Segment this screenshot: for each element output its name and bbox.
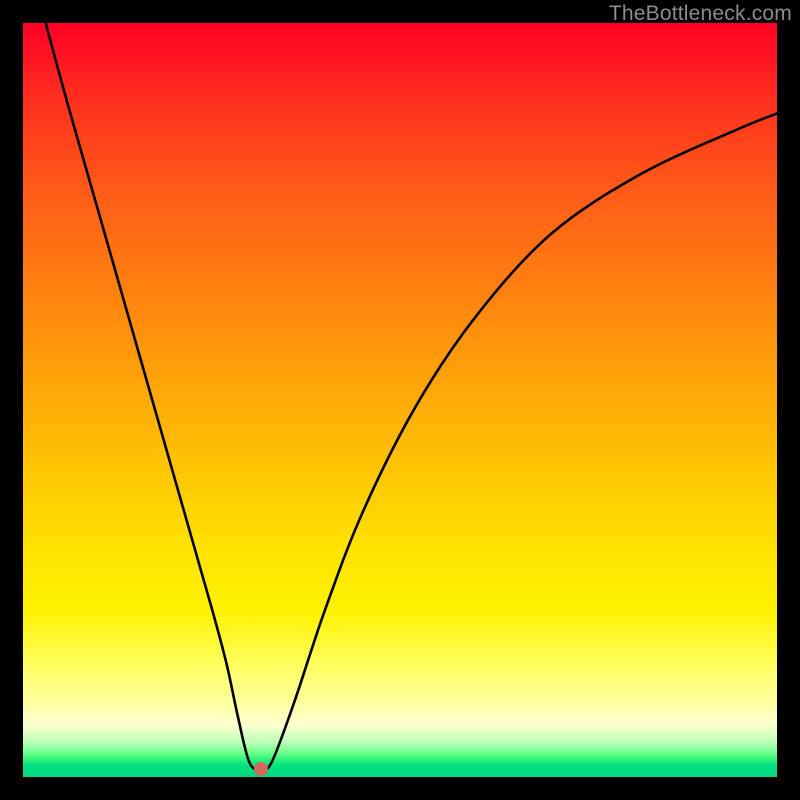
bottleneck-curve [23,23,777,777]
chart-frame: TheBottleneck.com [0,0,800,800]
watermark-text: TheBottleneck.com [609,2,792,26]
minimum-marker-dot [254,762,268,776]
plot-area [23,23,777,777]
